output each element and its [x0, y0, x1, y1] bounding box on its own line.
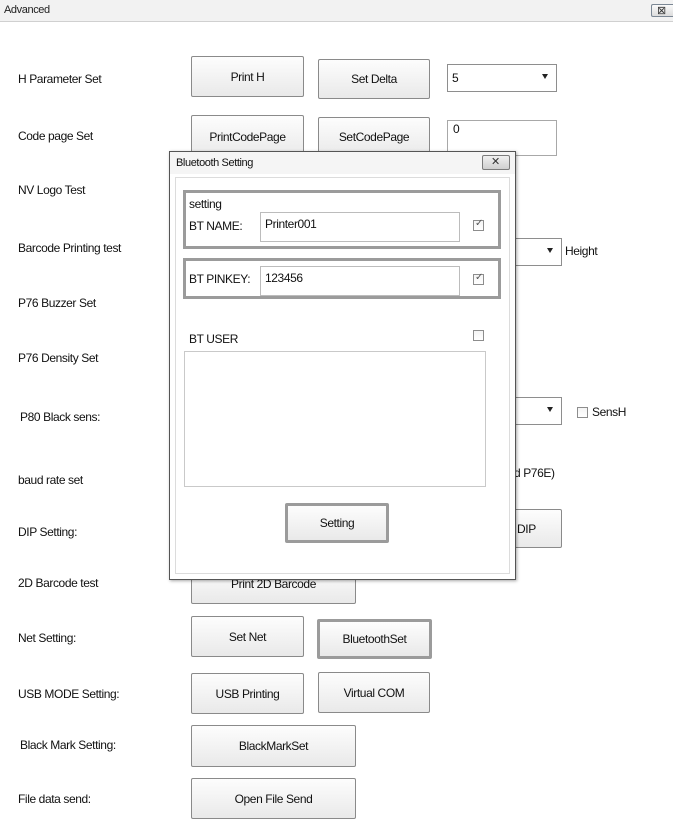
bt-pinkey-value: 123456	[265, 271, 303, 285]
height-label: Height	[565, 244, 598, 258]
set-net-button[interactable]: Set Net	[191, 616, 304, 657]
bt-user-label: BT USER	[189, 332, 238, 346]
label-usb-mode-setting: USB MODE Setting:	[18, 687, 120, 701]
set-delta-button[interactable]: Set Delta	[318, 59, 430, 99]
close-icon: ⊠	[657, 5, 666, 17]
label-p76-density-set: P76 Density Set	[18, 351, 99, 365]
setting-button[interactable]: Setting	[285, 503, 389, 543]
baud-partial-text: d P76E)	[514, 466, 555, 480]
bt-pinkey-checkbox[interactable]: ✓	[473, 272, 484, 285]
code-page-input-value: 0	[453, 122, 460, 136]
window-title-bar: Advanced	[0, 0, 673, 22]
window-title: Advanced	[4, 4, 50, 16]
black-sens-select[interactable]	[513, 397, 562, 425]
dialog-title: Bluetooth Setting	[176, 157, 253, 169]
black-mark-set-button[interactable]: BlackMarkSet	[191, 725, 356, 767]
bt-pinkey-input[interactable]: 123456	[260, 266, 460, 296]
barcode-height-select[interactable]	[513, 238, 562, 266]
setting-group: setting BT NAME: Printer001 ✓	[183, 190, 501, 249]
chevron-down-icon	[547, 248, 553, 253]
pinkey-group: BT PINKEY: 123456 ✓	[183, 258, 501, 299]
bt-name-value: Printer001	[265, 217, 317, 231]
window-close-button[interactable]: ⊠	[651, 4, 673, 17]
label-baud-rate-set: baud rate set	[18, 473, 83, 487]
sensh-label: SensH	[592, 405, 627, 419]
checkmark-icon: ✓	[475, 272, 483, 283]
setting-group-label: setting	[189, 197, 222, 211]
label-2d-barcode-test: 2D Barcode test	[18, 576, 99, 590]
usb-printing-button[interactable]: USB Printing	[191, 673, 304, 714]
delta-select-value: 5	[452, 71, 459, 85]
bluetooth-setting-dialog: Bluetooth Setting ✕ setting BT NAME: Pri…	[169, 151, 516, 580]
label-net-setting: Net Setting:	[18, 631, 76, 645]
bt-name-checkbox[interactable]: ✓	[473, 218, 484, 231]
label-code-page-set: Code page Set	[18, 129, 93, 143]
bt-name-label: BT NAME:	[189, 219, 243, 233]
delta-select[interactable]: 5	[447, 64, 557, 92]
bt-pinkey-label: BT PINKEY:	[189, 272, 251, 286]
close-icon: ✕	[491, 156, 500, 168]
label-h-parameter-set: H Parameter Set	[18, 72, 102, 86]
bt-name-input[interactable]: Printer001	[260, 212, 460, 242]
label-p80-black-sens: P80 Black sens:	[20, 410, 101, 424]
label-file-data-send: File data send:	[18, 792, 91, 806]
label-p76-buzzer-set: P76 Buzzer Set	[18, 296, 96, 310]
chevron-down-icon	[547, 407, 553, 412]
sensh-checkbox[interactable]	[577, 407, 588, 418]
bluetooth-set-button[interactable]: BluetoothSet	[317, 619, 432, 659]
print-h-button[interactable]: Print H	[191, 56, 304, 97]
bt-user-list[interactable]	[184, 351, 486, 487]
dialog-close-button[interactable]: ✕	[482, 155, 510, 170]
label-black-mark-setting: Black Mark Setting:	[20, 738, 116, 752]
checkmark-icon: ✓	[475, 218, 483, 229]
label-nv-logo-test: NV Logo Test	[18, 183, 86, 197]
virtual-com-button[interactable]: Virtual COM	[318, 672, 430, 713]
chevron-down-icon	[542, 74, 548, 79]
dialog-title-bar: Bluetooth Setting	[170, 152, 515, 174]
label-dip-setting: DIP Setting:	[18, 525, 78, 539]
open-file-send-button[interactable]: Open File Send	[191, 778, 356, 819]
label-barcode-printing-test: Barcode Printing test	[18, 241, 121, 255]
bt-user-checkbox[interactable]	[473, 330, 484, 341]
